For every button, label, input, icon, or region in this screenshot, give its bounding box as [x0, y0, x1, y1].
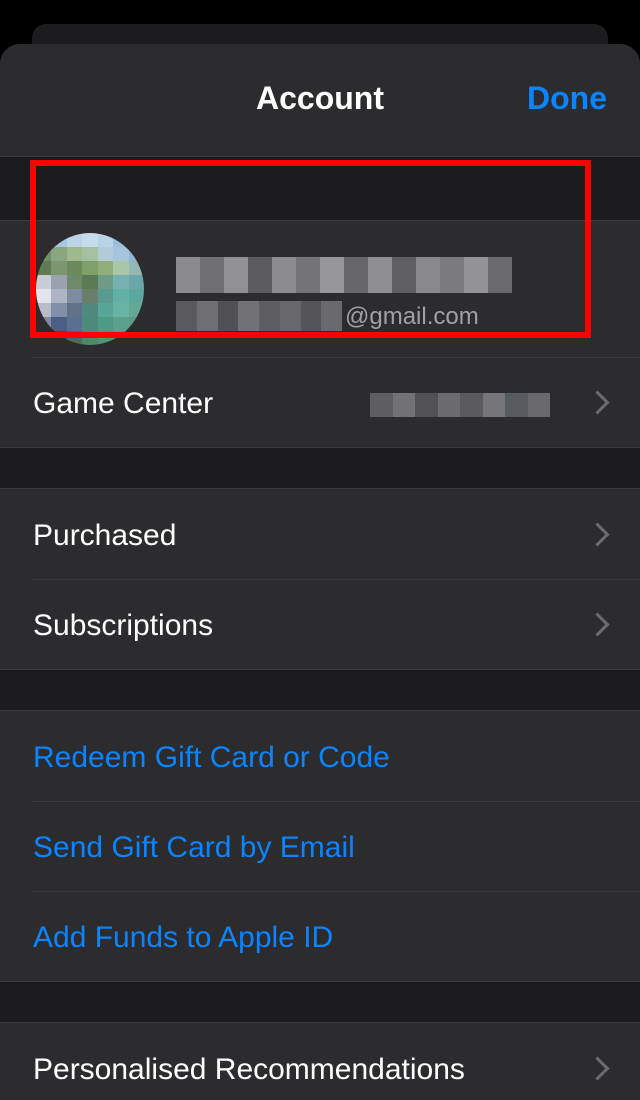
account-email-user-redacted — [176, 301, 342, 331]
profile-group: @gmail.com Game Center — [0, 220, 640, 448]
send-gift-card-link[interactable]: Send Gift Card by Email — [33, 831, 355, 865]
navigation-bar: Account Done — [0, 44, 640, 157]
add-funds-row[interactable]: Add Funds to Apple ID — [0, 891, 640, 981]
chevron-right-icon — [585, 1056, 610, 1081]
profile-row[interactable]: @gmail.com — [0, 221, 640, 357]
add-funds-link[interactable]: Add Funds to Apple ID — [33, 921, 333, 955]
purchased-label: Purchased — [33, 519, 177, 552]
purchases-group: Purchased Subscriptions — [0, 488, 640, 670]
personalised-recommendations-row[interactable]: Personalised Recommendations — [0, 1023, 640, 1100]
avatar — [36, 233, 144, 345]
redeem-gift-card-link[interactable]: Redeem Gift Card or Code — [33, 741, 390, 775]
subscriptions-row[interactable]: Subscriptions — [0, 579, 640, 669]
account-email-domain: @gmail.com — [345, 303, 479, 330]
game-center-label: Game Center — [33, 387, 214, 420]
send-gift-card-row[interactable]: Send Gift Card by Email — [0, 801, 640, 891]
personalised-recommendations-label: Personalised Recommendations — [33, 1053, 465, 1086]
purchased-row[interactable]: Purchased — [0, 489, 640, 579]
game-center-nickname-redacted — [370, 393, 550, 417]
gift-card-group: Redeem Gift Card or Code Send Gift Card … — [0, 710, 640, 982]
game-center-row[interactable]: Game Center — [0, 357, 640, 447]
account-sheet: Account Done @gmail.com Game Center Purc… — [0, 44, 640, 1100]
redeem-gift-card-row[interactable]: Redeem Gift Card or Code — [0, 711, 640, 801]
recommendations-group: Personalised Recommendations — [0, 1022, 640, 1100]
chevron-right-icon — [585, 390, 610, 415]
chevron-right-icon — [585, 522, 610, 547]
done-button[interactable]: Done — [527, 80, 607, 117]
chevron-right-icon — [585, 612, 610, 637]
account-name-redacted — [176, 257, 512, 293]
subscriptions-label: Subscriptions — [33, 609, 214, 642]
